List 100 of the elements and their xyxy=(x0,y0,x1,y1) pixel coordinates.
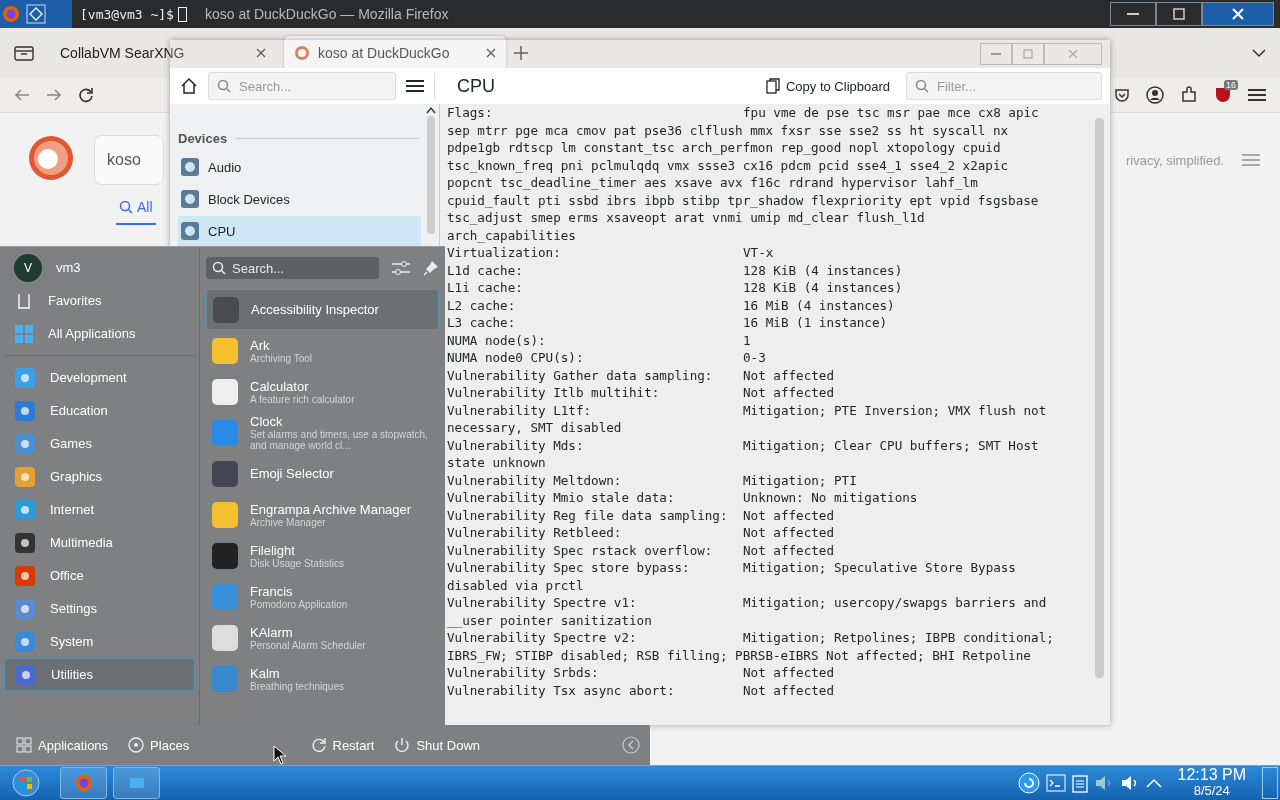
category-item[interactable]: Utilities xyxy=(4,658,195,691)
search-field[interactable]: Search... xyxy=(206,257,379,279)
home-icon[interactable] xyxy=(180,77,198,95)
info-label: Vulnerability Mmio stale data: xyxy=(447,489,676,507)
search-tab[interactable]: All xyxy=(116,199,156,225)
maximize-icon xyxy=(1023,49,1033,59)
firefox-icon xyxy=(74,774,93,792)
window-icon xyxy=(129,778,144,788)
app-icon xyxy=(210,417,240,448)
category-item[interactable]: Development xyxy=(4,361,195,394)
info-label: NUMA node(s): xyxy=(447,331,547,349)
footer-tab[interactable]: Applications xyxy=(10,733,115,757)
filter-field[interactable]: Filter... xyxy=(906,72,1102,100)
menu-icon[interactable] xyxy=(1248,88,1266,102)
category-item[interactable]: Graphics xyxy=(4,460,195,493)
close-button[interactable] xyxy=(1202,2,1274,26)
app-item[interactable]: Kalm Breathing techniques xyxy=(206,658,439,699)
terminal-prompt: [vm3@vm3 ~]$ xyxy=(80,6,174,22)
new-tab-icon[interactable] xyxy=(514,46,528,60)
category-item[interactable]: Multimedia xyxy=(4,526,195,559)
info-label: Vulnerability Reg file data sampling: xyxy=(447,506,729,524)
sliders-icon[interactable] xyxy=(391,260,411,276)
close-icon[interactable] xyxy=(256,48,266,58)
category-item[interactable]: Games xyxy=(4,427,195,460)
category-item[interactable]: Internet xyxy=(4,493,195,526)
category-icon xyxy=(14,597,36,620)
app-item[interactable]: Calculator A feature rich calculator xyxy=(206,371,439,412)
sidebar-item[interactable]: Audio xyxy=(178,152,421,182)
shield-icon[interactable] xyxy=(1214,86,1232,104)
power-action-button[interactable]: Restart xyxy=(304,733,381,757)
start-orb-icon[interactable] xyxy=(12,769,40,797)
user-name: vm3 xyxy=(56,260,81,275)
sidebar-item[interactable]: Block Devices xyxy=(178,184,421,214)
close-icon[interactable] xyxy=(486,48,496,58)
tray-app-icon[interactable] xyxy=(1017,772,1040,794)
browser-tab[interactable]: CollabVM SearXNG xyxy=(50,36,276,70)
app-name: Francis xyxy=(250,583,294,599)
search-field[interactable]: koso xyxy=(94,135,164,185)
puzzle-icon[interactable] xyxy=(1180,86,1198,104)
info-label: L2 cache: xyxy=(447,296,517,314)
info-value: Not affected xyxy=(743,384,835,402)
info-value: Mitigation; PTE Inversion; VMX flush not xyxy=(743,401,1048,419)
menu-icon[interactable] xyxy=(406,79,424,93)
account-icon[interactable] xyxy=(1146,86,1164,104)
category-item[interactable]: Education xyxy=(4,394,195,427)
scrollbar[interactable] xyxy=(427,116,435,234)
terminal-icon[interactable] xyxy=(1045,774,1066,792)
menu-item[interactable]: Favorites xyxy=(4,284,195,317)
extension-badge: 16 xyxy=(1224,80,1238,90)
info-value: 1 xyxy=(743,331,752,349)
chevron-down-icon[interactable] xyxy=(1252,48,1266,58)
app-item[interactable]: Francis Pomodoro Application xyxy=(206,576,439,617)
maximize-button[interactable] xyxy=(1156,2,1202,26)
show-desktop-button[interactable] xyxy=(1262,767,1278,799)
close-icon xyxy=(1232,8,1244,20)
menu-item[interactable]: All Applications xyxy=(4,317,195,350)
pin-icon[interactable] xyxy=(423,260,439,276)
app-item[interactable]: KAlarm Personal Alarm Scheduler xyxy=(206,617,439,658)
minimize-button[interactable] xyxy=(1110,2,1156,26)
app-item[interactable]: Filelight Disk Usage Statistics xyxy=(206,535,439,576)
app-name: Emoji Selector xyxy=(250,466,334,481)
scroll-up-icon[interactable] xyxy=(426,106,436,114)
reload-icon[interactable] xyxy=(78,87,94,103)
app-item[interactable]: Engrampa Archive Manager Archive Manager xyxy=(206,494,439,535)
app-name: Clock xyxy=(250,414,284,429)
info-value: Not affected xyxy=(743,541,835,559)
info-label: Vulnerability Spec rstack overflow: xyxy=(447,541,714,559)
search-icon xyxy=(915,79,929,93)
clock[interactable]: 12:13 PM 8/5/24 xyxy=(1177,767,1246,799)
diamond-icon[interactable] xyxy=(26,4,46,24)
info-text: IBRS_FW; STIBP disabled; RSB filling; PBRSB-eIBRS Not affected; BHI Retpoline xyxy=(447,646,1032,664)
power-action-button[interactable]: Shut Down xyxy=(388,733,486,757)
info-value: Not affected xyxy=(743,664,835,682)
info-text: disabled via prctl xyxy=(447,576,585,594)
scrollbar[interactable] xyxy=(1095,118,1104,678)
category-icon xyxy=(14,399,36,422)
sidebar-item[interactable]: CPU xyxy=(178,216,421,246)
category-item[interactable]: Settings xyxy=(4,592,195,625)
copy-button[interactable]: Copy to Clipboard xyxy=(759,74,896,98)
browser-tab[interactable]: koso at DuckDuckGo xyxy=(284,36,506,70)
category-item[interactable]: System xyxy=(4,625,195,658)
pocket-icon[interactable] xyxy=(1114,87,1130,103)
tab-list-icon[interactable] xyxy=(14,44,34,62)
taskbar-button[interactable] xyxy=(60,767,107,799)
category-icon xyxy=(14,630,36,653)
info-label: Vulnerability Spectre v1: xyxy=(447,594,638,612)
app-name: KAlarm xyxy=(250,624,294,640)
search-field[interactable]: Search... xyxy=(208,72,396,100)
category-item[interactable]: Office xyxy=(4,559,195,592)
app-item[interactable]: Accessibility Inspector xyxy=(206,289,439,330)
category-icon xyxy=(14,465,36,488)
app-item[interactable]: Emoji Selector xyxy=(206,453,439,494)
caret-up-icon[interactable] xyxy=(1145,777,1162,789)
back-icon[interactable] xyxy=(14,88,30,102)
clipboard-icon[interactable] xyxy=(1071,773,1088,793)
footer-tab[interactable]: Places xyxy=(122,733,196,757)
app-item[interactable]: Clock Set alarms and timers, use a stopwatch, and manage world cl... xyxy=(206,412,439,453)
app-item[interactable]: Ark Archiving Tool xyxy=(206,330,439,371)
app-icon xyxy=(211,294,241,325)
forward-icon[interactable] xyxy=(46,88,62,102)
